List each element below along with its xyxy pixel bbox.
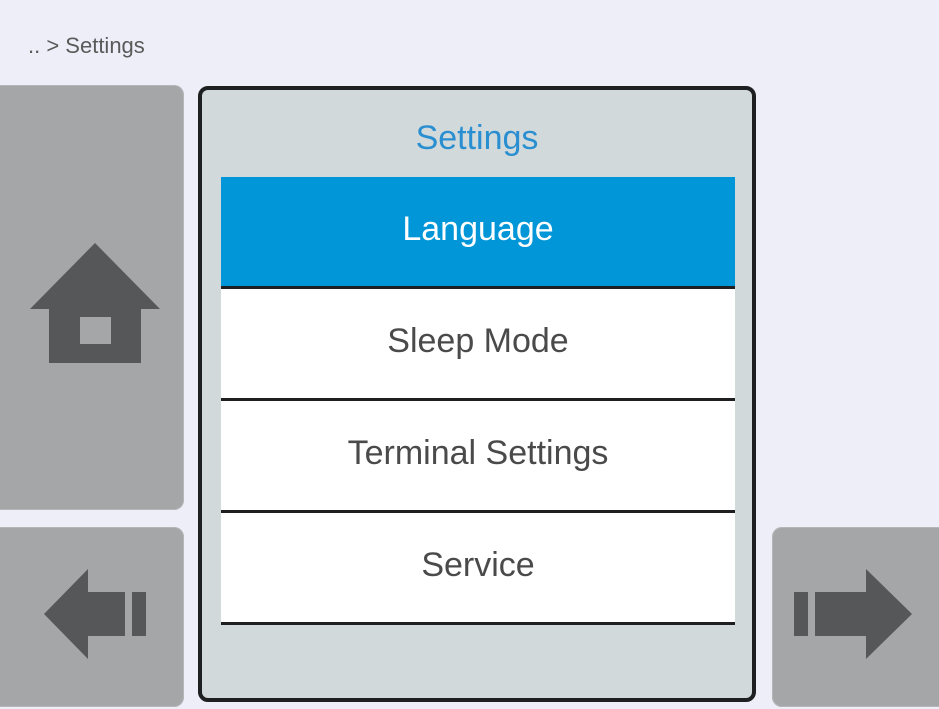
next-button[interactable] [772,527,939,707]
settings-panel: Settings Language Sleep Mode Terminal Se… [198,86,756,702]
home-button[interactable] [0,85,184,510]
back-button[interactable] [0,527,184,707]
breadcrumb: .. > Settings [28,33,145,58]
home-icon [30,243,160,363]
panel-title: Settings [415,119,539,157]
settings-menu: Language Sleep Mode Terminal Settings Se… [221,177,735,625]
menu-item-sleep-mode[interactable]: Sleep Mode [221,289,735,401]
menu-item-terminal-settings[interactable]: Terminal Settings [221,401,735,513]
arrow-right-icon [794,569,912,659]
menu-item-service[interactable]: Service [221,513,735,625]
arrow-left-icon [44,569,146,659]
menu-item-language[interactable]: Language [221,177,735,289]
